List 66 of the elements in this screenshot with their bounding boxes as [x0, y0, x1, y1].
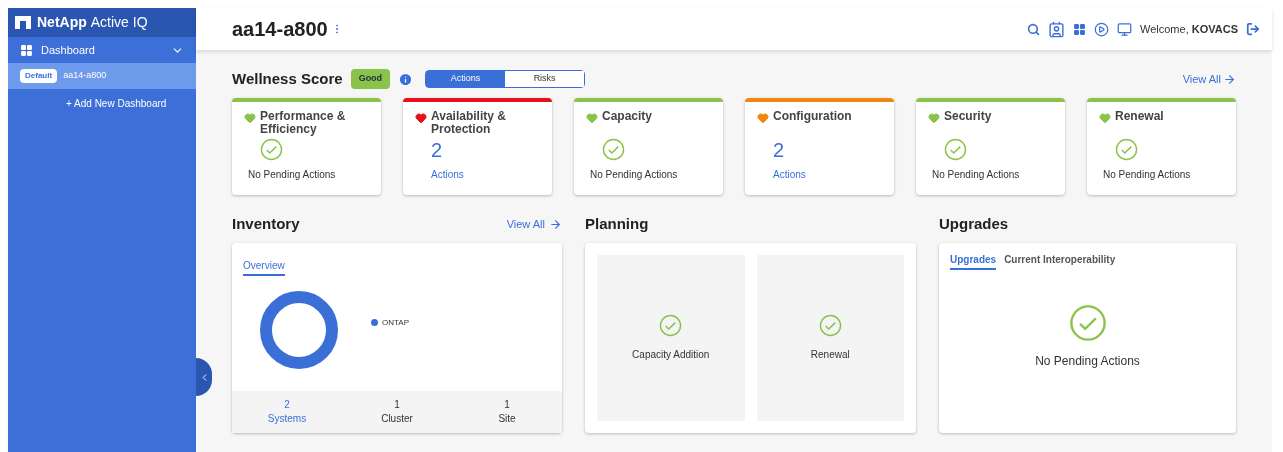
dashboard-menu[interactable]: Dashboard: [8, 37, 196, 63]
card-title: Availability & Protection: [431, 110, 507, 136]
inventory-stat[interactable]: 2 Systems: [232, 391, 342, 433]
no-actions-text: No Pending Actions: [932, 168, 1020, 182]
action-count[interactable]: 2: [773, 139, 785, 161]
planning-tile[interactable]: Capacity Addition: [597, 255, 745, 421]
status-badge: Good: [350, 69, 391, 89]
play-icon[interactable]: [1094, 21, 1109, 37]
actions-link[interactable]: Actions: [773, 167, 806, 182]
section-title: Wellness Score: [232, 68, 343, 89]
arrow-right-icon: [549, 217, 562, 231]
contact-card-icon[interactable]: [1048, 20, 1065, 38]
card-title: Security: [944, 110, 992, 123]
tab[interactable]: Actions: [426, 71, 506, 87]
inventory-stat: 1 Site: [497, 398, 517, 426]
inventory-stat: 1 Cluster: [380, 398, 414, 426]
section-title: Upgrades: [939, 213, 1009, 234]
monitor-icon[interactable]: [1117, 21, 1132, 37]
search-icon[interactable]: [1027, 22, 1040, 36]
view-all-link[interactable]: View All: [1182, 70, 1236, 88]
no-actions-text: No Pending Actions: [590, 168, 678, 182]
logo-icon: [15, 16, 31, 29]
dashboard-icon: [20, 43, 33, 57]
card-title: Performance & Efficiency: [260, 110, 347, 136]
wellness-card[interactable]: Renewal No Pending Actions: [1087, 98, 1236, 195]
section-title: Inventory: [232, 213, 301, 234]
check-circle-icon: [602, 138, 625, 161]
no-actions-text: No Pending Actions: [1103, 168, 1191, 182]
card-title: Configuration: [773, 110, 852, 123]
tab[interactable]: Overview: [243, 258, 285, 276]
section-title: Planning: [585, 213, 649, 234]
legend-label: ONTAP: [382, 316, 409, 329]
no-actions-text: No Pending Actions: [248, 168, 336, 182]
action-count[interactable]: 2: [431, 139, 443, 161]
view-all-link[interactable]: View All: [506, 215, 562, 233]
collapse-sidebar-button[interactable]: [196, 358, 212, 396]
arrow-right-icon: [1223, 72, 1236, 86]
tab[interactable]: Upgrades: [950, 252, 997, 270]
info-icon[interactable]: [398, 71, 414, 87]
page-title: aa14-a800: [232, 17, 328, 42]
product-name: Active IQ: [90, 13, 148, 32]
no-actions-text: No Pending Actions: [1035, 353, 1140, 370]
wellness-card[interactable]: Configuration 2 Actions: [745, 98, 894, 195]
tab[interactable]: Risks: [505, 71, 585, 87]
check-circle-icon: [944, 138, 967, 161]
wellness-card[interactable]: Performance & Efficiency No Pending Actions: [232, 98, 381, 195]
check-circle-icon: [260, 138, 283, 161]
brand-name: NetApp: [37, 13, 87, 32]
tab[interactable]: Current Interoperability: [1004, 252, 1116, 270]
check-circle-icon: [1115, 138, 1138, 161]
actions-link[interactable]: Actions: [431, 167, 464, 182]
wellness-card[interactable]: Availability & Protection 2 Actions: [403, 98, 552, 195]
check-circle-icon: [1068, 304, 1107, 342]
wellness-card[interactable]: Security No Pending Actions: [916, 98, 1065, 195]
check-circle-icon: [659, 314, 683, 337]
logout-icon[interactable]: [1246, 22, 1260, 36]
card-title: Capacity: [602, 110, 653, 123]
dashboard-item[interactable]: Default aa14-a800: [8, 63, 196, 89]
grid-icon[interactable]: [1073, 22, 1086, 36]
card-title: Renewal: [1115, 110, 1164, 123]
wellness-card[interactable]: Capacity No Pending Actions: [574, 98, 723, 195]
check-circle-icon: [818, 314, 842, 337]
planning-tile[interactable]: Renewal: [756, 255, 904, 421]
default-badge: Default: [20, 69, 58, 83]
add-dashboard-link[interactable]: + Add New Dashboard: [8, 96, 196, 111]
welcome-text: Welcome, KOVACS: [1140, 21, 1238, 37]
